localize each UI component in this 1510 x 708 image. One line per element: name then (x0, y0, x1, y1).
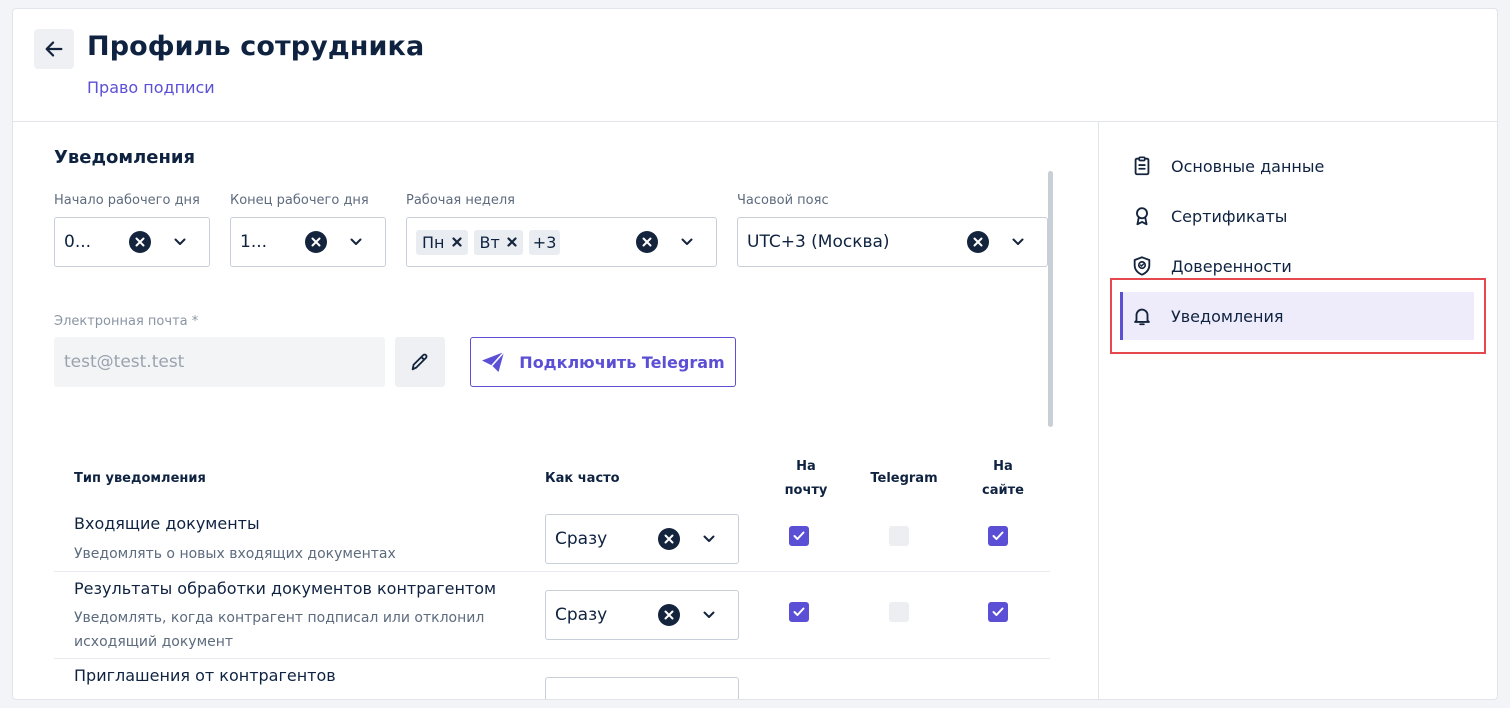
chevron-down-icon[interactable] (680, 235, 694, 249)
clear-icon[interactable] (658, 528, 680, 550)
chip-label: Пн (422, 232, 445, 252)
chip-more-count: +3 (528, 229, 561, 255)
row-title: Входящие документы (74, 514, 260, 533)
award-icon (1130, 204, 1154, 228)
frequency-select[interactable]: Сразу (545, 590, 739, 640)
row-description: Уведомлять, когда контрагент подписал ил… (74, 610, 485, 650)
frequency-select[interactable]: Сразу (545, 514, 739, 564)
pencil-icon (411, 353, 428, 371)
connect-telegram-button[interactable]: Подключить Telegram (470, 337, 736, 387)
sidebar-item-label: Доверенности (1171, 256, 1292, 276)
section-title: Уведомления (54, 147, 196, 168)
timezone-select[interactable]: UTC+3 (Москва) (737, 217, 1048, 267)
clear-icon[interactable] (658, 604, 680, 626)
clear-icon[interactable] (305, 231, 327, 253)
shield-check-icon (1130, 254, 1154, 278)
work-start-select[interactable]: 0... (54, 217, 210, 267)
sidebar-item-certificates[interactable]: Сертификаты (1120, 192, 1474, 240)
work-end-value: 1... (240, 232, 268, 252)
chip-day: Пн (416, 229, 468, 255)
clear-icon[interactable] (967, 231, 989, 253)
check-icon (992, 607, 1004, 616)
header-site-line2: сайте (982, 483, 1024, 498)
telegram-checkbox[interactable] (889, 526, 909, 546)
row-description: Уведомлять о новых входящих документах (74, 546, 396, 562)
header-email-line1: На (796, 459, 816, 474)
header-frequency: Как часто (545, 471, 620, 486)
arrow-left-icon (45, 41, 63, 57)
frequency-value: Сразу (555, 605, 608, 625)
chevron-down-icon[interactable] (702, 532, 716, 546)
signature-right-link[interactable]: Право подписи (87, 78, 215, 97)
work-start-label: Начало рабочего дня (54, 193, 200, 208)
work-week-label: Рабочая неделя (406, 193, 515, 208)
clear-icon[interactable] (129, 231, 151, 253)
email-checkbox[interactable] (789, 526, 809, 546)
check-icon (793, 531, 805, 540)
email-checkbox[interactable] (789, 602, 809, 622)
work-start-value: 0... (64, 232, 92, 252)
site-checkbox[interactable] (988, 602, 1008, 622)
row-divider (54, 571, 1050, 572)
sidebar-item-power-of-attorney[interactable]: Доверенности (1120, 242, 1474, 290)
sidebar-item-main-data[interactable]: Основные данные (1120, 142, 1474, 190)
chevron-down-icon[interactable] (1011, 235, 1025, 249)
work-week-select[interactable]: Пн Вт +3 (406, 217, 717, 267)
timezone-label: Часовой пояс (737, 193, 829, 208)
timezone-value: UTC+3 (Москва) (747, 232, 890, 252)
clear-icon[interactable] (636, 231, 658, 253)
close-icon[interactable] (507, 237, 517, 247)
header-email: На почту (766, 455, 846, 503)
back-button[interactable] (34, 29, 74, 69)
header-site-line1: На (993, 459, 1013, 474)
chevron-down-icon[interactable] (349, 235, 363, 249)
close-icon[interactable] (451, 237, 462, 247)
profile-card: Профиль сотрудника Право подписи Уведомл… (12, 8, 1498, 700)
sidebar-item-label: Сертификаты (1171, 206, 1288, 226)
telegram-checkbox[interactable] (889, 602, 909, 622)
clipboard-icon (1130, 154, 1154, 178)
header-email-line2: почту (784, 483, 828, 498)
check-icon (793, 607, 805, 616)
frequency-select[interactable] (545, 677, 739, 699)
header-divider (13, 121, 1497, 122)
row-divider (54, 658, 1050, 659)
work-end-label: Конец рабочего дня (230, 193, 369, 208)
site-checkbox[interactable] (988, 526, 1008, 546)
header-telegram: Telegram (870, 471, 938, 486)
header-site: На сайте (963, 455, 1043, 503)
row-title: Результаты обработки документов контраге… (74, 579, 497, 598)
sidebar-item-notifications[interactable]: Уведомления (1120, 292, 1474, 340)
chevron-down-icon[interactable] (173, 235, 187, 249)
sidebar-item-label: Уведомления (1171, 306, 1284, 326)
sidebar-item-label: Основные данные (1171, 156, 1325, 176)
frequency-value: Сразу (555, 529, 608, 549)
header-type: Тип уведомления (74, 471, 206, 486)
chevron-down-icon[interactable] (702, 608, 716, 622)
row-title: Приглашения от контрагентов (74, 666, 336, 685)
connect-telegram-label: Подключить Telegram (519, 352, 725, 372)
chip-day: Вт (473, 229, 523, 255)
page-title: Профиль сотрудника (87, 31, 425, 62)
sidebar-divider (1098, 121, 1099, 699)
email-field[interactable] (54, 337, 385, 387)
scrollbar-thumb[interactable] (1048, 171, 1053, 427)
check-icon (992, 531, 1004, 540)
bell-icon (1130, 304, 1154, 328)
work-end-select[interactable]: 1... (230, 217, 386, 267)
paper-plane-icon (482, 351, 505, 372)
email-label: Электронная почта * (54, 314, 199, 329)
edit-email-button[interactable] (395, 337, 445, 387)
chip-label: Вт (479, 232, 500, 252)
